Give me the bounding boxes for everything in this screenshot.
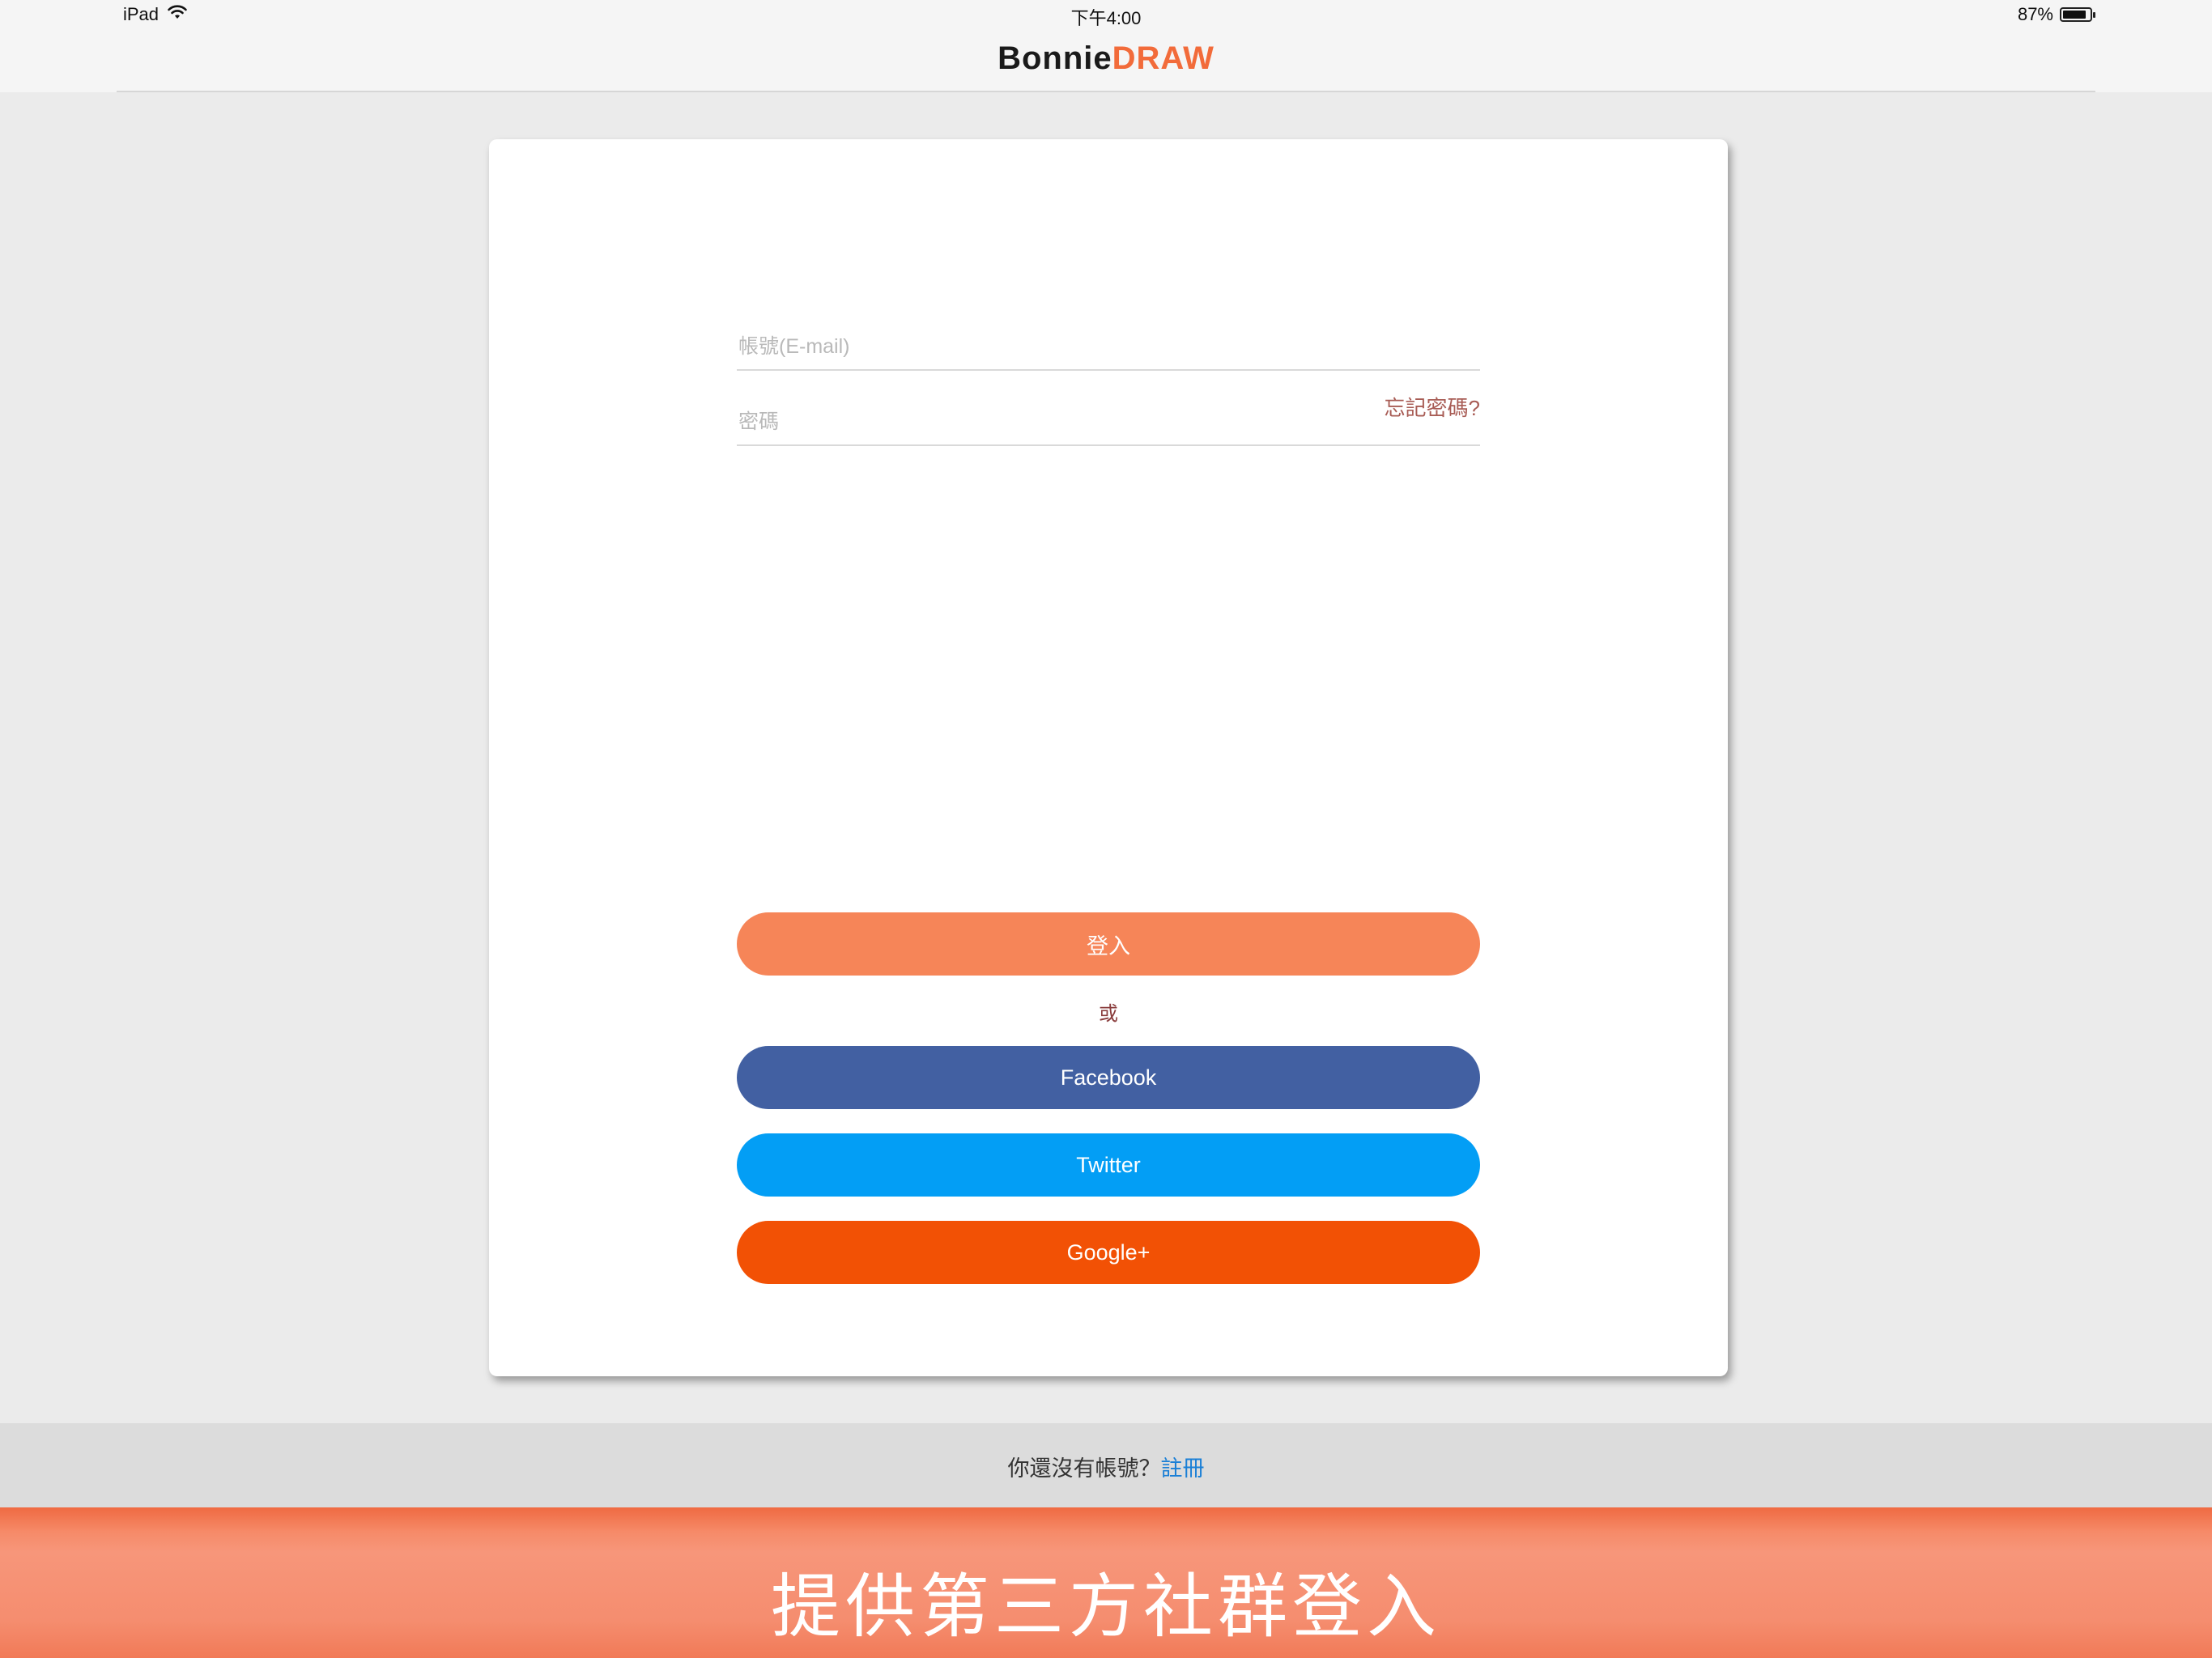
password-input[interactable] bbox=[737, 410, 1483, 435]
login-card: 忘記密碼? 登入 或 Facebook Twitter Google+ bbox=[489, 139, 1728, 1376]
email-input[interactable] bbox=[737, 334, 1483, 359]
battery-icon bbox=[2060, 7, 2095, 22]
register-prompt-row: 你還沒有帳號？註冊 bbox=[0, 1451, 2212, 1482]
logo-text-draw: DRAW bbox=[1112, 40, 1214, 76]
google-login-button[interactable]: Google+ bbox=[737, 1221, 1480, 1284]
battery-level bbox=[2063, 11, 2086, 19]
promo-caption: 提供第三方社群登入 bbox=[771, 1567, 1441, 1647]
nav-bar: BonnieDRAW bbox=[0, 32, 2212, 92]
status-bar: iPad 下午4:00 87% bbox=[0, 0, 2212, 32]
password-field[interactable] bbox=[737, 372, 1483, 446]
register-footer: 你還沒有帳號？註冊 bbox=[0, 1423, 2212, 1507]
twitter-login-button[interactable]: Twitter bbox=[737, 1133, 1480, 1197]
app-logo: BonnieDRAW bbox=[0, 40, 2212, 77]
battery-percentage: 87% bbox=[2017, 4, 2053, 24]
status-time: 下午4:00 bbox=[1070, 8, 1142, 28]
promo-banner: 提供第三方社群登入 bbox=[0, 1507, 2212, 1658]
logo-text-bonnie: Bonnie bbox=[998, 40, 1112, 76]
login-button[interactable]: 登入 bbox=[737, 912, 1480, 976]
register-link[interactable]: 註冊 bbox=[1161, 1456, 1205, 1481]
email-field[interactable] bbox=[737, 296, 1483, 371]
forgot-password-link[interactable]: 忘記密碼? bbox=[1385, 392, 1480, 422]
status-right: 87% bbox=[2017, 4, 2095, 25]
facebook-login-button[interactable]: Facebook bbox=[737, 1046, 1480, 1109]
register-prompt: 你還沒有帳號？ bbox=[1007, 1456, 1161, 1481]
or-separator: 或 bbox=[1099, 1003, 1118, 1025]
nav-divider bbox=[117, 91, 2095, 92]
